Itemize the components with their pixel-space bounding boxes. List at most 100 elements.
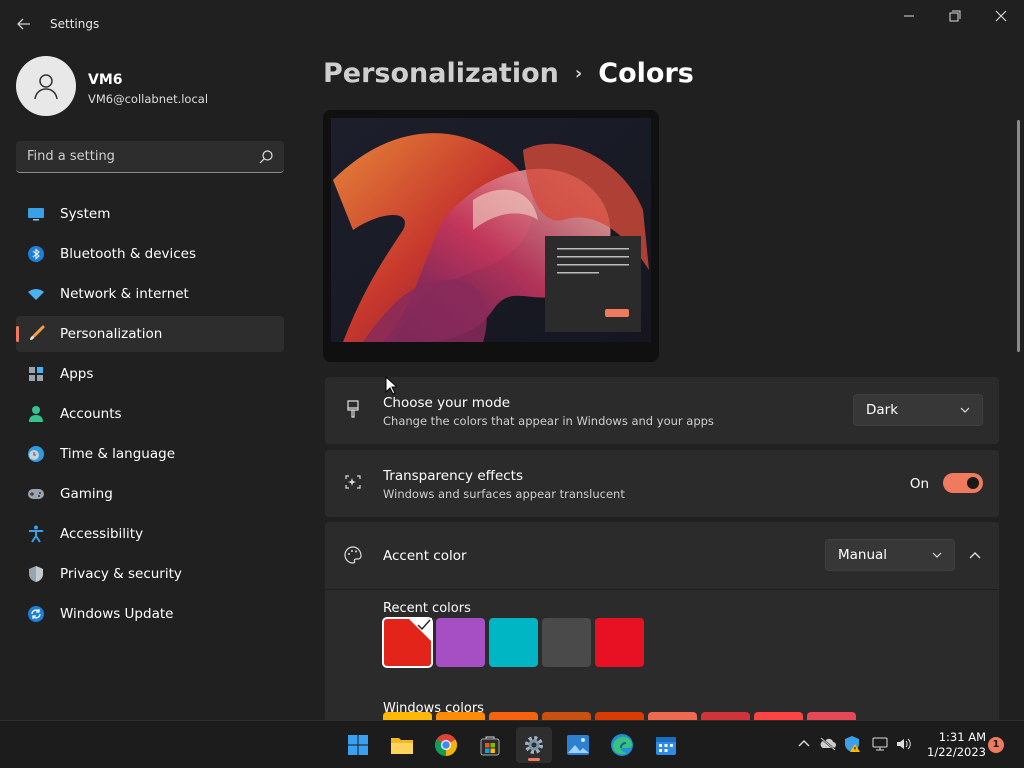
taskbar-start[interactable] bbox=[340, 727, 376, 763]
taskbar-photos[interactable] bbox=[560, 727, 596, 763]
recent-colors-row bbox=[382, 617, 644, 668]
windows-color-swatch[interactable] bbox=[754, 712, 803, 720]
sidebar-item-network[interactable]: Network & internet bbox=[16, 276, 284, 312]
person-icon bbox=[27, 405, 45, 423]
mode-dropdown-value: Dark bbox=[866, 402, 899, 418]
mode-card: Choose your mode Change the colors that … bbox=[325, 377, 999, 444]
mode-title: Choose your mode bbox=[383, 395, 511, 411]
minimize-icon bbox=[904, 15, 914, 17]
taskbar-store[interactable] bbox=[472, 727, 508, 763]
avatar[interactable] bbox=[16, 56, 76, 116]
chevron-up-icon bbox=[969, 552, 981, 559]
transparency-toggle[interactable] bbox=[943, 473, 983, 493]
wifi-icon bbox=[27, 285, 45, 303]
gamepad-icon bbox=[27, 485, 45, 503]
windows-color-swatch[interactable] bbox=[701, 712, 750, 720]
sidebar-item-system[interactable]: System bbox=[16, 196, 284, 232]
search-icon[interactable] bbox=[258, 149, 274, 165]
breadcrumb-separator: › bbox=[574, 63, 583, 84]
sidebar-item-time-language[interactable]: Time & language bbox=[16, 436, 284, 472]
clock-date: 1/22/2023 bbox=[927, 745, 986, 759]
collapse-button[interactable] bbox=[963, 544, 987, 568]
volume-icon[interactable] bbox=[895, 735, 913, 753]
taskbar: 1:31 AM 1/22/2023 1 bbox=[0, 720, 1024, 768]
security-warning-icon[interactable] bbox=[843, 735, 861, 753]
notification-badge[interactable]: 1 bbox=[988, 737, 1004, 753]
chevron-down-icon bbox=[960, 407, 970, 413]
transparency-state-label: On bbox=[909, 476, 929, 492]
taskbar-calendar[interactable] bbox=[648, 727, 684, 763]
store-icon bbox=[480, 736, 500, 756]
start-icon bbox=[348, 735, 368, 755]
recent-color-swatch[interactable] bbox=[595, 618, 644, 667]
close-button[interactable] bbox=[984, 6, 1018, 28]
sidebar-item-accounts[interactable]: Accounts bbox=[16, 396, 284, 432]
update-icon bbox=[27, 605, 45, 623]
sidebar-item-gaming[interactable]: Gaming bbox=[16, 476, 284, 512]
sidebar-item-label: Windows Update bbox=[60, 606, 174, 622]
palette-icon bbox=[344, 546, 362, 564]
wallpaper-preview-image bbox=[331, 118, 651, 342]
recent-color-swatch[interactable] bbox=[382, 617, 433, 668]
windows-color-swatch[interactable] bbox=[542, 712, 591, 720]
windows-color-swatch[interactable] bbox=[489, 712, 538, 720]
sidebar-item-label: Privacy & security bbox=[60, 566, 182, 582]
sidebar-item-label: System bbox=[60, 206, 111, 222]
mode-dropdown[interactable]: Dark bbox=[853, 394, 983, 426]
edge-icon bbox=[611, 734, 633, 756]
sidebar-nav: System Bluetooth & devices Network & int… bbox=[16, 196, 284, 636]
windows-color-swatch[interactable] bbox=[383, 712, 432, 720]
recent-color-swatch[interactable] bbox=[542, 618, 591, 667]
sidebar-item-windows-update[interactable]: Windows Update bbox=[16, 596, 284, 632]
recent-color-swatch[interactable] bbox=[489, 618, 538, 667]
settings-icon bbox=[525, 736, 543, 754]
sidebar-item-label: Apps bbox=[60, 366, 94, 382]
mode-subtitle: Change the colors that appear in Windows… bbox=[383, 414, 714, 428]
windows-color-swatch[interactable] bbox=[807, 712, 856, 720]
taskbar-edge[interactable] bbox=[604, 727, 640, 763]
sidebar-item-label: Accessibility bbox=[60, 526, 144, 542]
chevron-up-icon[interactable] bbox=[795, 735, 813, 753]
sidebar-item-apps[interactable]: Apps bbox=[16, 356, 284, 392]
sidebar-item-bluetooth[interactable]: Bluetooth & devices bbox=[16, 236, 284, 272]
restore-button[interactable] bbox=[938, 6, 972, 28]
back-button[interactable] bbox=[12, 12, 36, 36]
onedrive-offline-icon[interactable] bbox=[819, 735, 837, 753]
mouse-cursor-icon bbox=[385, 376, 397, 395]
search-box bbox=[16, 141, 284, 173]
taskbar-file-explorer[interactable] bbox=[384, 727, 420, 763]
taskbar-settings[interactable] bbox=[516, 727, 552, 763]
sidebar-item-accessibility[interactable]: Accessibility bbox=[16, 516, 284, 552]
accent-dropdown[interactable]: Manual bbox=[825, 539, 955, 571]
accent-title: Accent color bbox=[383, 548, 467, 564]
scrollbar[interactable] bbox=[1017, 120, 1020, 352]
sidebar-item-label: Bluetooth & devices bbox=[60, 246, 197, 262]
back-arrow-icon bbox=[17, 18, 30, 30]
close-icon bbox=[995, 10, 1007, 22]
brush-icon bbox=[27, 325, 45, 343]
page-title: Colors bbox=[598, 58, 694, 89]
toggle-knob bbox=[967, 477, 979, 489]
windows-colors-row bbox=[383, 712, 856, 720]
transparency-subtitle: Windows and surfaces appear translucent bbox=[383, 487, 625, 501]
windows-color-swatch[interactable] bbox=[595, 712, 644, 720]
accessibility-icon bbox=[27, 525, 45, 543]
breadcrumb-parent[interactable]: Personalization bbox=[323, 58, 559, 89]
sidebar-item-privacy[interactable]: Privacy & security bbox=[16, 556, 284, 592]
windows-color-swatch[interactable] bbox=[436, 712, 485, 720]
globe-clock-icon bbox=[27, 445, 45, 463]
sidebar-item-personalization[interactable]: Personalization bbox=[16, 316, 284, 352]
recent-color-swatch[interactable] bbox=[436, 618, 485, 667]
calendar-icon bbox=[656, 737, 676, 755]
windows-color-swatch[interactable] bbox=[648, 712, 697, 720]
bluetooth-icon bbox=[27, 245, 45, 263]
network-wired-icon[interactable] bbox=[871, 735, 889, 753]
title-bar: Settings bbox=[0, 0, 1024, 48]
search-input[interactable] bbox=[16, 141, 246, 172]
taskbar-chrome[interactable] bbox=[428, 727, 464, 763]
minimize-button[interactable] bbox=[892, 6, 926, 28]
sidebar-item-label: Network & internet bbox=[60, 286, 189, 302]
clock[interactable]: 1:31 AM 1/22/2023 bbox=[920, 730, 986, 760]
chrome-icon bbox=[435, 734, 457, 756]
clock-time: 1:31 AM bbox=[938, 730, 986, 744]
